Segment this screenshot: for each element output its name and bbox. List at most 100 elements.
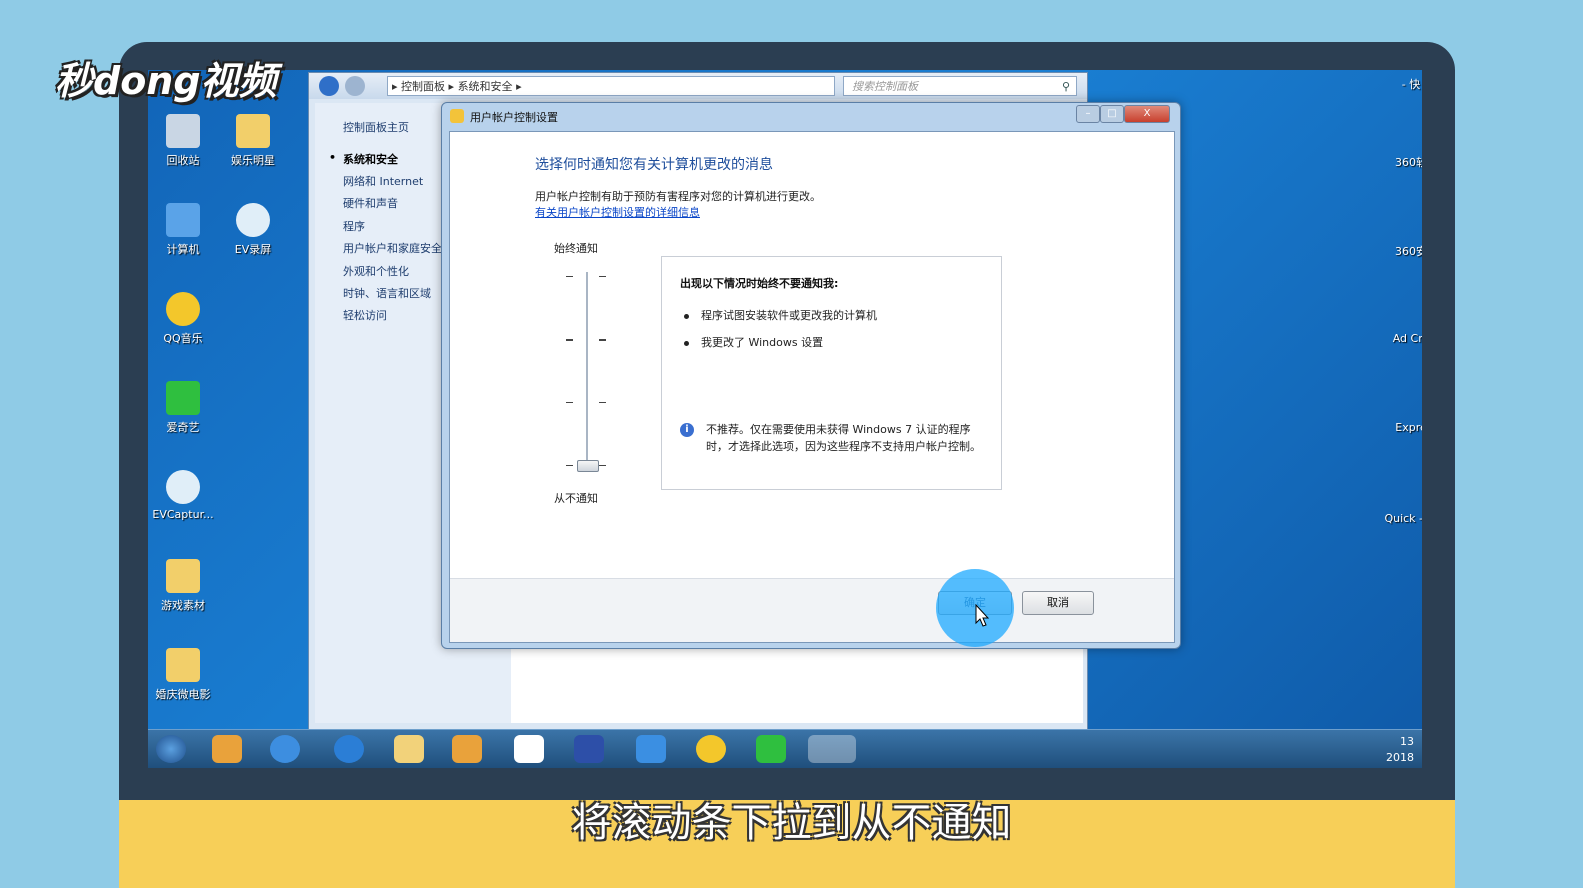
slider-bottom-label: 从不通知 <box>554 492 598 505</box>
desktop-icon-label: 计算机 <box>166 243 200 256</box>
minimize-button[interactable]: – <box>1076 105 1100 123</box>
desktop-icon-ev-recorder[interactable]: EV录屏 <box>218 203 288 257</box>
desktop-icon-label: 娱乐明星 <box>231 154 275 167</box>
dialog-content: 选择何时通知您有关计算机更改的消息 用户帐户控制有助于预防有害程序对您的计算机进… <box>449 131 1175 643</box>
slider-top-label: 始终通知 <box>554 242 598 255</box>
search-icon: ⚲ <box>1061 80 1070 93</box>
nav-network[interactable]: 网络和 Internet <box>343 173 423 189</box>
media-player-icon[interactable] <box>452 735 482 763</box>
nav-clock-region[interactable]: 时钟、语言和区域 <box>343 285 431 301</box>
desktop-icon-label: 爱奇艺 <box>166 421 200 434</box>
close-button[interactable]: X <box>1124 105 1170 123</box>
breadcrumb-separator: ▸ <box>448 80 458 93</box>
notification-slider-thumb[interactable] <box>577 460 599 472</box>
folder-icon <box>166 648 200 682</box>
desktop-icon-label: EV录屏 <box>234 243 272 256</box>
search-placeholder: 搜索控制面板 <box>852 80 918 93</box>
nav-ease-of-access[interactable]: 轻松访问 <box>343 307 387 323</box>
selected-bullet: • <box>329 151 337 164</box>
desktop-icon-folder-2[interactable]: 游戏素材 <box>148 559 218 613</box>
desktop-icon-right-6[interactable]: Quick - 快 <box>1376 472 1422 526</box>
desktop-icon-right-3[interactable]: 360安 <box>1376 205 1422 259</box>
slider-tick <box>566 339 573 341</box>
warning-note: 不推荐。仅在需要使用未获得 Windows 7 认证的程序时，才选择此选项，因为… <box>706 423 981 453</box>
slider-tick <box>566 276 573 277</box>
video-app-icon[interactable] <box>574 735 604 763</box>
maximize-button[interactable]: □ <box>1100 105 1124 123</box>
recycle-bin-icon <box>166 114 200 148</box>
level-title: 出现以下情况时始终不要通知我: <box>680 277 839 290</box>
nav-user-accounts[interactable]: 用户帐户和家庭安全 <box>343 240 442 256</box>
browser-icon[interactable] <box>270 735 300 763</box>
desktop-icon-right-5[interactable]: Expre <box>1376 383 1422 434</box>
control-panel-taskbar-icon[interactable] <box>808 735 856 763</box>
desktop-icon-right-2[interactable]: 360软 <box>1376 116 1422 170</box>
ie-icon[interactable] <box>334 735 364 763</box>
mouse-cursor-icon <box>975 604 990 627</box>
breadcrumb-item[interactable]: 系统和安全 <box>458 80 513 93</box>
watermark-logo: 秒dong视频 <box>55 59 277 103</box>
nav-hardware[interactable]: 硬件和声音 <box>343 195 398 211</box>
level-description-box: 出现以下情况时始终不要通知我: 程序试图安装软件或更改我的计算机 我更改了 Wi… <box>661 256 1002 490</box>
nav-programs[interactable]: 程序 <box>343 218 365 234</box>
breadcrumb-item[interactable]: 控制面板 <box>401 80 445 93</box>
taskbar-app-icon[interactable] <box>212 735 242 763</box>
desktop-icon-recycle-bin[interactable]: 回收站 <box>148 114 218 168</box>
nav-appearance[interactable]: 外观和个性化 <box>343 263 409 279</box>
folder-icon <box>236 114 270 148</box>
nav-home[interactable]: 控制面板主页 <box>343 119 409 135</box>
slider-tick <box>599 465 606 466</box>
slider-tick <box>599 276 606 277</box>
nav-system-security[interactable]: • 系统和安全 <box>329 151 398 167</box>
dialog-heading: 选择何时通知您有关计算机更改的消息 <box>535 157 773 173</box>
system-tray: 13 2018 <box>1386 734 1414 766</box>
desktop-icon-label: 游戏素材 <box>161 599 205 612</box>
desktop-icon-folder-3[interactable]: 婚庆微电影 <box>148 648 218 702</box>
search-input[interactable]: 搜索控制面板 ⚲ <box>843 76 1077 96</box>
qq-music-icon <box>166 292 200 326</box>
desktop-icon-folder-1[interactable]: 娱乐明星 <box>218 114 288 168</box>
explorer-icon[interactable] <box>394 735 424 763</box>
desktop-icon-right-4[interactable]: Ad Cre <box>1376 294 1422 345</box>
qq-music-icon[interactable] <box>696 735 726 763</box>
bullet-item: 程序试图安装软件或更改我的计算机 <box>684 307 877 323</box>
computer-icon <box>166 203 200 237</box>
folder-icon: ▸ <box>392 80 402 93</box>
iqiyi-icon[interactable] <box>756 735 786 763</box>
bullet-item: 我更改了 Windows 设置 <box>684 334 823 350</box>
dialog-title: 用户帐户控制设置 <box>470 111 558 124</box>
start-button[interactable] <box>156 735 186 763</box>
bullet-dot <box>684 340 689 346</box>
uac-info-link[interactable]: 有关用户帐户控制设置的详细信息 <box>535 204 700 220</box>
notification-slider-track[interactable] <box>586 272 588 467</box>
cancel-button[interactable]: 取消 <box>1022 591 1094 615</box>
back-button[interactable] <box>319 76 339 96</box>
slider-tick <box>599 402 606 403</box>
app-icon[interactable] <box>514 735 544 763</box>
desktop-icon-label: 360安 <box>1395 245 1422 258</box>
slider-tick <box>566 465 573 466</box>
desktop-icon-right-1[interactable]: - 快 <box>1376 76 1422 92</box>
address-box[interactable]: ▸ 控制面板 ▸ 系统和安全 ▸ <box>387 76 835 96</box>
dialog-description: 用户帐户控制有助于预防有害程序对您的计算机进行更改。 <box>535 190 821 203</box>
subtitle: 将滚动条下拉到从不通知 <box>571 800 1012 846</box>
slider-tick <box>566 402 573 403</box>
nav-label: 系统和安全 <box>343 153 398 166</box>
bullet-text: 程序试图安装软件或更改我的计算机 <box>701 309 877 322</box>
desktop-icon-label: QQ音乐 <box>163 332 203 345</box>
desktop-icon-label: 360软 <box>1395 156 1422 169</box>
bullet-text: 我更改了 Windows 设置 <box>701 336 824 349</box>
address-bar-row: ▸ 控制面板 ▸ 系统和安全 ▸ 搜索控制面板 ⚲ <box>309 73 1087 99</box>
cloud-icon[interactable] <box>636 735 666 763</box>
desktop-icon-ev-capture[interactable]: EVCaptur... <box>148 470 218 521</box>
clock-time[interactable]: 13 <box>1386 734 1414 750</box>
slider-tick <box>599 339 606 341</box>
forward-button[interactable] <box>345 76 365 96</box>
clock-date[interactable]: 2018 <box>1386 750 1414 766</box>
desktop-icon-qq-music[interactable]: QQ音乐 <box>148 292 218 346</box>
desktop-icon-label: 婚庆微电影 <box>155 688 211 701</box>
desktop-icon-computer[interactable]: 计算机 <box>148 203 218 257</box>
desktop-icon-iqiyi[interactable]: 爱奇艺 <box>148 381 218 435</box>
ev-recorder-icon <box>236 203 270 237</box>
desktop-icon-label: Quick - 快 <box>1384 512 1422 525</box>
